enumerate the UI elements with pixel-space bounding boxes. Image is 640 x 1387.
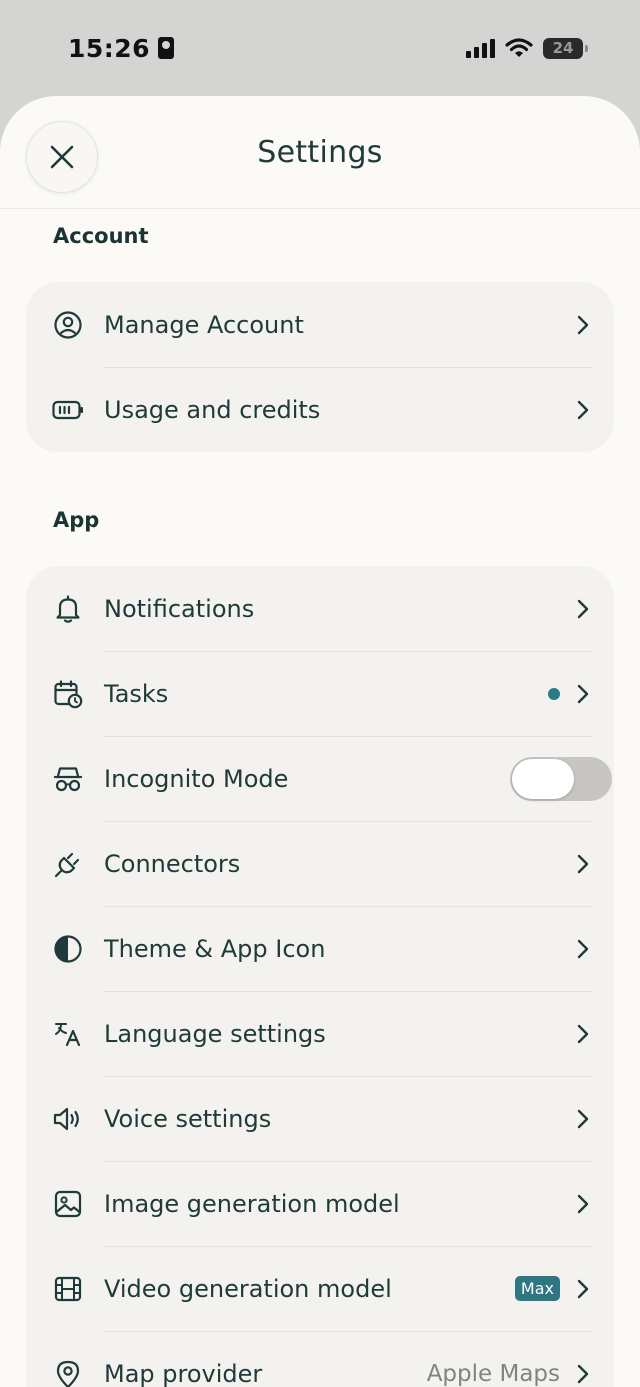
battery-indicator: 24 [543,37,588,59]
row-label: Notifications [104,594,255,623]
chevron-right-icon [574,314,592,336]
row-label: Usage and credits [104,395,321,424]
status-indicators: 24 [466,37,588,59]
settings-row-voice[interactable]: Voice settings [26,1076,614,1161]
battery-icon [52,394,84,426]
chevron-right-icon [574,1363,592,1385]
page-title: Settings [257,134,383,170]
plug-icon [52,848,84,880]
incognito-icon [52,763,84,795]
translate-icon [52,1018,84,1050]
chevron-right-icon [574,853,592,875]
battery-level: 24 [543,37,583,59]
map-pin-icon [52,1358,84,1387]
settings-row-image-model[interactable]: Image generation model [26,1161,614,1246]
status-time-text: 15:26 [68,33,151,63]
battery-tip [585,44,588,52]
settings-row-tasks[interactable]: Tasks [26,651,614,736]
plan-badge: Max [514,1276,560,1301]
app-group: Notifications Tasks Incognito Mode Conne… [26,566,614,1387]
row-label: Incognito Mode [104,764,289,793]
chevron-right-icon [574,1108,592,1130]
toggle-knob [512,758,574,799]
row-label: Connectors [104,849,241,878]
new-indicator-dot [548,687,560,700]
row-label: Tasks [104,679,169,708]
bell-icon [52,593,84,625]
settings-row-manage-account[interactable]: Manage Account [26,282,614,367]
sheet-header: Settings [0,96,640,209]
settings-row-video-model[interactable]: Video generation model Max [26,1246,614,1331]
close-icon [50,145,74,169]
settings-row-map-provider[interactable]: Map provider Apple Maps [26,1331,614,1387]
row-label: Image generation model [104,1189,400,1218]
settings-row-theme[interactable]: Theme & App Icon [26,906,614,991]
settings-row-incognito: Incognito Mode [26,736,614,821]
status-time: 15:26 [68,33,175,63]
contact-card-icon [158,37,175,59]
image-icon [52,1188,84,1220]
contrast-icon [52,933,84,965]
settings-row-language[interactable]: Language settings [26,991,614,1076]
chevron-right-icon [574,683,592,705]
cellular-signal-icon [466,38,495,58]
map-provider-value: Apple Maps [426,1360,560,1387]
section-title-account: Account [53,224,149,248]
status-bar: 15:26 24 [0,0,640,96]
row-label: Map provider [104,1359,263,1387]
settings-row-connectors[interactable]: Connectors [26,821,614,906]
chevron-right-icon [574,1023,592,1045]
chevron-right-icon [574,938,592,960]
row-label: Theme & App Icon [104,934,326,963]
user-circle-icon [52,309,84,341]
film-icon [52,1273,84,1305]
incognito-toggle[interactable] [510,756,612,801]
account-group: Manage Account Usage and credits [26,282,614,452]
row-label: Voice settings [104,1104,272,1133]
settings-row-usage-credits[interactable]: Usage and credits [26,367,614,452]
chevron-right-icon [574,598,592,620]
row-label: Language settings [104,1019,326,1048]
chevron-right-icon [574,1278,592,1300]
chevron-right-icon [574,1193,592,1215]
settings-row-notifications[interactable]: Notifications [26,566,614,651]
section-title-app: App [53,508,100,532]
row-label: Manage Account [104,310,304,339]
close-button[interactable] [26,121,98,193]
speaker-icon [52,1103,84,1135]
settings-sheet: Settings Account Manage Account Usage an… [0,96,640,1387]
row-label: Video generation model [104,1274,392,1303]
wifi-icon [505,38,533,57]
calendar-clock-icon [52,678,84,710]
chevron-right-icon [574,399,592,421]
